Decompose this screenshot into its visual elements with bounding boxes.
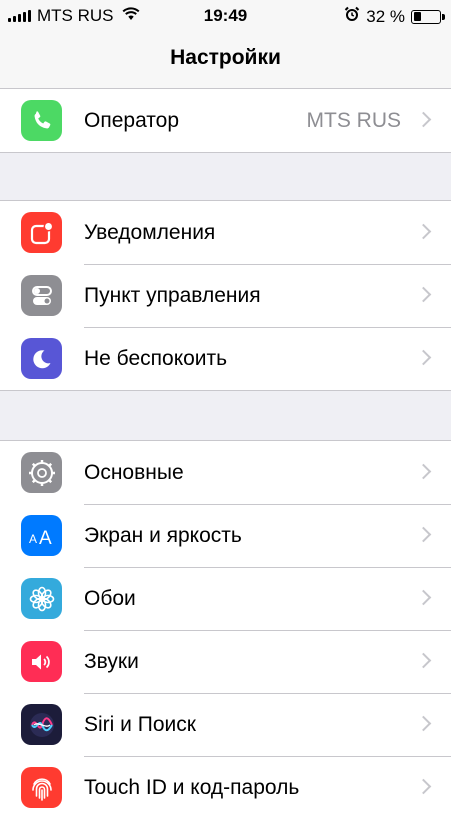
settings-row-touch-id[interactable]: Touch ID и код-пароль [0, 756, 451, 819]
display-brightness-icon: A A [21, 515, 62, 556]
settings-group-general: Основные A A Экран и яркость Обои Звуки … [0, 440, 451, 819]
settings-row-label: Пункт управления [84, 283, 261, 307]
settings-row-do-not-disturb[interactable]: Не беспокоить [0, 327, 451, 390]
chevron-right-icon [415, 778, 432, 794]
svg-text:A: A [29, 532, 37, 546]
wallpaper-flower-icon [21, 578, 62, 619]
chevron-right-icon [415, 463, 432, 479]
status-right: 32 % [344, 6, 445, 27]
control-center-icon [21, 275, 62, 316]
chevron-right-icon [415, 589, 432, 605]
settings-row-carrier[interactable]: Оператор MTS RUS [0, 89, 451, 152]
carrier-value: MTS RUS [306, 108, 402, 132]
siri-icon [21, 704, 62, 745]
settings-row-label: Экран и яркость [84, 523, 242, 547]
battery-tip [442, 13, 445, 20]
page-title: Настройки [170, 46, 281, 69]
moon-icon [21, 338, 62, 379]
chevron-right-icon [415, 526, 432, 542]
battery-percent: 32 % [366, 6, 405, 26]
settings-group-notifications: Уведомления Пункт управления Не беспокои… [0, 200, 451, 391]
chevron-right-icon [415, 286, 432, 302]
gear-icon [21, 452, 62, 493]
settings-row-sounds[interactable]: Звуки [0, 630, 451, 693]
battery-fill [413, 12, 422, 21]
settings-row-general[interactable]: Основные [0, 441, 451, 504]
settings-group-carrier: Оператор MTS RUS [0, 88, 451, 153]
settings-row-label: Siri и Поиск [84, 712, 196, 736]
settings-row-label: Звуки [84, 649, 139, 673]
svg-text:A: A [39, 528, 52, 548]
speaker-icon [21, 641, 62, 682]
settings-row-label: Touch ID и код-пароль [84, 775, 300, 799]
settings-row-label: Обои [84, 586, 136, 610]
battery-icon [411, 9, 445, 24]
chevron-right-icon [415, 652, 432, 668]
chevron-right-icon [415, 349, 432, 365]
settings-row-label: Не беспокоить [84, 346, 228, 370]
status-bar: MTS RUS 19:49 32 % [0, 0, 451, 32]
settings-row-label: Уведомления [84, 220, 216, 244]
settings-row-notifications[interactable]: Уведомления [0, 201, 451, 264]
settings-row-label: Оператор [84, 108, 180, 132]
settings-row-control-center[interactable]: Пункт управления [0, 264, 451, 327]
settings-row-wallpaper[interactable]: Обои [0, 567, 451, 630]
navigation-bar: Настройки [0, 32, 451, 88]
chevron-right-icon [415, 223, 432, 239]
chevron-right-icon [415, 111, 432, 127]
alarm-icon [344, 6, 360, 27]
settings-row-label: Основные [84, 460, 184, 484]
settings-row-siri-search[interactable]: Siri и Поиск [0, 693, 451, 756]
settings-row-display-brightness[interactable]: A A Экран и яркость [0, 504, 451, 567]
phone-icon [21, 100, 62, 141]
chevron-right-icon [415, 715, 432, 731]
notifications-icon [21, 212, 62, 253]
fingerprint-icon [21, 767, 62, 808]
